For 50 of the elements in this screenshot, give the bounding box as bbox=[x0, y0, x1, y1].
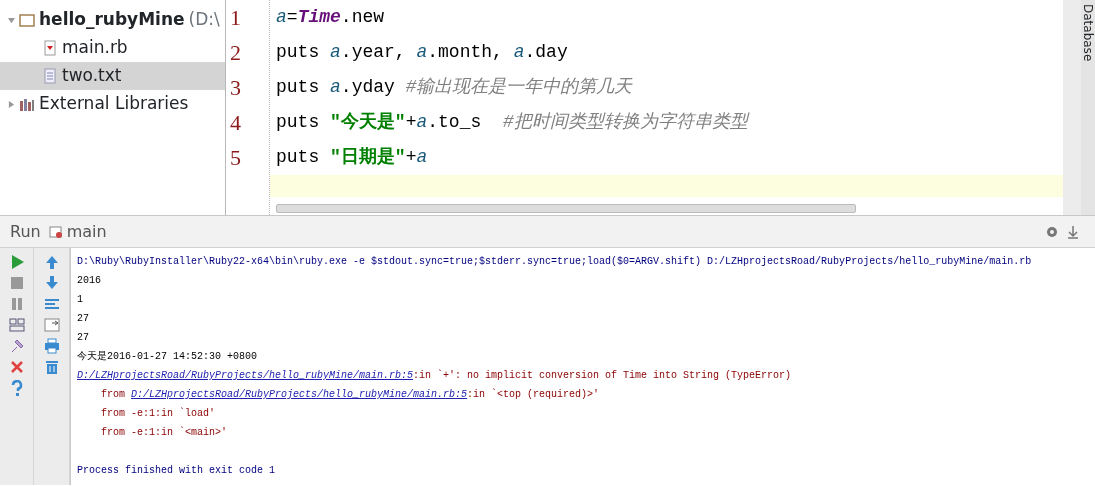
console-line: D:/LZHprojectsRoad/RubyProjects/hello_rubyMine/main.rb:5:in `+': no implicit conversion of Time into String (TypeError) bbox=[77, 368, 793, 383]
project-name[interactable]: hello_rubyMine bbox=[39, 7, 185, 33]
run-config-name: main bbox=[66, 220, 107, 243]
file-link[interactable]: D:/LZHprojectsRoad/RubyProjects/hello_rubyMine/main.rb:5 bbox=[77, 370, 414, 381]
code-line: puts a.yday #输出现在是一年中的第几天 bbox=[275, 76, 634, 99]
run-config-icon bbox=[48, 224, 63, 239]
line-number: 4 bbox=[229, 109, 242, 137]
folder-icon bbox=[19, 12, 35, 28]
scrollbar[interactable] bbox=[276, 204, 856, 213]
ruby-file-icon bbox=[42, 40, 58, 56]
close-icon[interactable] bbox=[8, 359, 25, 375]
wrap-icon[interactable] bbox=[43, 296, 60, 312]
print-icon[interactable] bbox=[43, 338, 60, 354]
line-number: 5 bbox=[229, 144, 242, 172]
console-line: Process finished with exit code 1 bbox=[77, 464, 277, 478]
side-tab[interactable]: Database bbox=[1081, 0, 1095, 215]
console-line: from -e:1:in `<main>' bbox=[100, 425, 229, 440]
console-line: D:\Ruby\RubyInstaller\Ruby22-x64\bin\ruby.exe -e $stdout.sync=true;$stderr.sync=true;load($0=ARGV.shift) D:/LZHprojectsRoad/RubyProjects/hello_rubyMine/main.rb bbox=[77, 255, 1033, 269]
line-number: 3 bbox=[229, 74, 242, 102]
file-item[interactable]: two.txt bbox=[0, 62, 225, 90]
down-arrow-icon[interactable] bbox=[43, 275, 60, 291]
code-line: puts "日期是"+a bbox=[275, 146, 429, 169]
settings-icon[interactable] bbox=[1045, 224, 1059, 239]
console-line: 2016 bbox=[77, 274, 102, 288]
download-icon[interactable] bbox=[1067, 224, 1079, 239]
project-path: (D:\ bbox=[188, 8, 220, 32]
stop-icon[interactable] bbox=[8, 275, 25, 291]
layout-icon[interactable] bbox=[8, 317, 25, 333]
library-icon bbox=[19, 96, 35, 112]
console-line: from -e:1:in `load' bbox=[100, 406, 217, 421]
code-line: puts "今天是"+a.to_s #把时间类型转换为字符串类型 bbox=[275, 111, 751, 134]
panel-title: Run bbox=[10, 220, 41, 243]
line-number: 1 bbox=[229, 4, 242, 32]
file-link[interactable]: D:/LZHprojectsRoad/RubyProjects/hello_rubyMine/main.rb:5 bbox=[131, 389, 468, 400]
trash-icon[interactable] bbox=[43, 359, 60, 375]
up-arrow-icon[interactable] bbox=[43, 254, 60, 270]
code-line: a=Time.new bbox=[275, 6, 386, 29]
console-line: 27 bbox=[77, 312, 90, 326]
text-file-icon bbox=[42, 68, 58, 84]
line-number: 2 bbox=[229, 39, 242, 67]
library-item[interactable]: External Libraries bbox=[39, 91, 189, 117]
console-line: from D:/LZHprojectsRoad/RubyProjects/hello_rubyMine/main.rb:5:in `<top (required)>' bbox=[100, 387, 601, 402]
scroll-to-end-icon[interactable] bbox=[43, 317, 60, 333]
console-line: 今天是2016-01-27 14:52:30 +0800 bbox=[77, 350, 259, 364]
expanded-arrow-icon[interactable] bbox=[8, 15, 15, 25]
file-item[interactable]: main.rb bbox=[0, 34, 225, 62]
code-line: puts a.year, a.month, a.day bbox=[275, 41, 569, 64]
collapsed-arrow-icon[interactable] bbox=[8, 99, 15, 109]
console-line: 1 bbox=[77, 293, 84, 307]
console-line: 27 bbox=[77, 331, 90, 345]
